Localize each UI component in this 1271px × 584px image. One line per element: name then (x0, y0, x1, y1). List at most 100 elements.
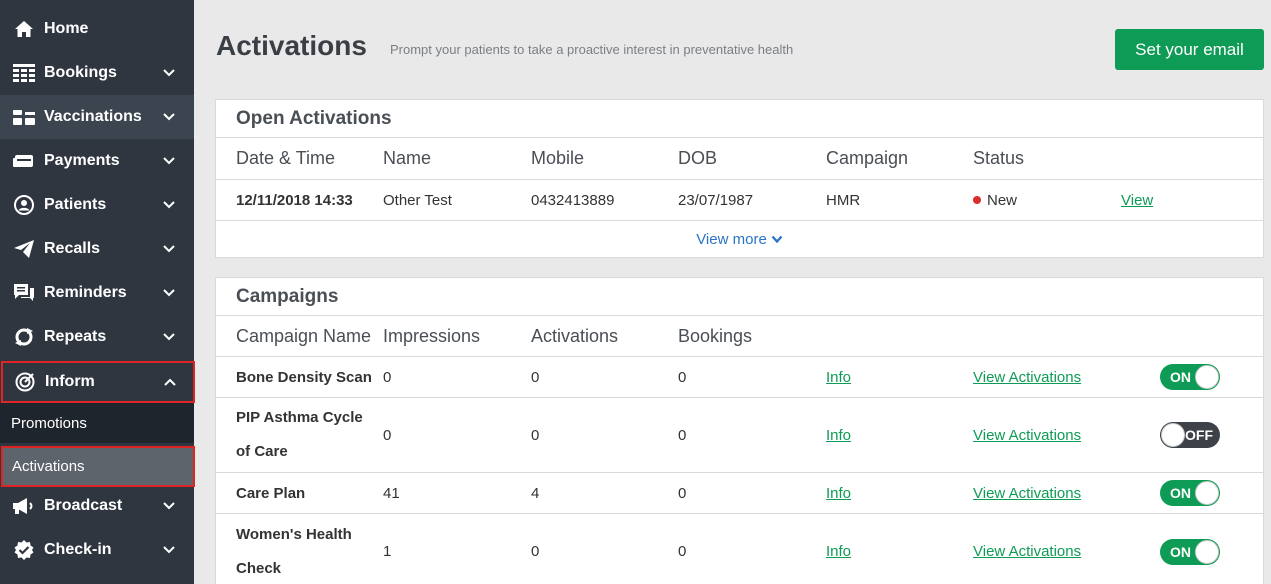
view-activation-link[interactable]: View (1121, 180, 1153, 220)
column-header: Impressions (383, 325, 481, 346)
campaign-bookings: 0 (678, 484, 687, 502)
campaign-impressions: 1 (383, 543, 392, 560)
campaign-activations: 4 (531, 484, 540, 502)
column-header: Campaign (826, 148, 909, 168)
chevron-down-icon (162, 499, 176, 513)
activation-campaign: HMR (826, 191, 861, 209)
target-icon (13, 372, 37, 392)
sidebar-item-label: Check-in (44, 541, 112, 558)
info-link[interactable]: Info (826, 398, 851, 472)
campaign-toggle-cell: ON (1160, 357, 1220, 397)
page-title: Activations (216, 30, 367, 61)
campaign-toggle[interactable]: ON (1160, 538, 1220, 565)
chevron-down-icon (162, 286, 176, 300)
column-header: Campaign Name (236, 325, 372, 346)
calendar-grid-icon (12, 63, 36, 83)
view-more-label: View more (696, 230, 767, 248)
table-header: Date & Time Name Mobile DOB Campaign Sta… (216, 138, 1263, 180)
campaigns-panel: Campaigns Campaign Name Impressions Acti… (215, 277, 1264, 584)
toggle-label: ON (1170, 543, 1191, 560)
view-activations-link[interactable]: View Activations (973, 514, 1081, 584)
sidebar-item-label: Broadcast (44, 497, 123, 514)
sidebar-item-label: Recalls (44, 240, 101, 257)
campaign-name: Women's Health Check (236, 525, 352, 577)
sidebar-item-label: Bookings (44, 64, 117, 81)
column-header: DOB (678, 148, 718, 168)
page-subtitle: Prompt your patients to take a proactive… (390, 42, 794, 57)
table-header: Campaign Name Impressions Activations Bo… (216, 316, 1263, 357)
campaign-toggle[interactable]: OFF (1160, 422, 1220, 448)
sidebar-item-recalls[interactable]: Recalls (0, 227, 194, 271)
toggle-knob (1195, 365, 1219, 389)
sidebar-item-label: Patients (44, 196, 107, 213)
sidebar-item-bookings[interactable]: Bookings (0, 51, 194, 95)
sidebar-item-broadcast[interactable]: Broadcast (0, 484, 194, 528)
panel-title: Campaigns (216, 278, 1263, 316)
toggle-label: OFF (1185, 427, 1213, 443)
sidebar-item-patients[interactable]: Patients (0, 183, 194, 227)
check-badge-icon (12, 540, 36, 560)
campaign-toggle-cell: ON (1160, 514, 1220, 584)
chevron-down-icon (162, 543, 176, 557)
sidebar-item-vaccinations[interactable]: Vaccinations (0, 95, 194, 139)
set-email-button[interactable]: Set your email (1115, 29, 1264, 70)
column-header: Activations (531, 325, 619, 346)
campaign-toggle[interactable]: ON (1160, 364, 1220, 390)
sidebar-item-repeats[interactable]: Repeats (0, 315, 194, 359)
column-header: Bookings (678, 325, 753, 346)
info-link[interactable]: Info (826, 357, 851, 397)
sidebar-item-label: Reminders (44, 284, 127, 301)
info-link[interactable]: Info (826, 473, 851, 513)
payment-icon (12, 151, 36, 171)
view-more-link[interactable]: View more (216, 221, 1263, 257)
column-header: Date & Time (236, 148, 336, 168)
toggle-knob (1195, 539, 1219, 564)
chevron-down-icon (162, 198, 176, 212)
info-link[interactable]: Info (826, 514, 851, 584)
campaign-name: Care Plan (236, 484, 306, 502)
vaccine-icon (12, 107, 36, 127)
chevron-down-icon (162, 110, 176, 124)
activation-dob: 23/07/1987 (678, 191, 754, 209)
chevron-down-icon (162, 330, 176, 344)
view-activations-link[interactable]: View Activations (973, 357, 1081, 397)
view-activations-link[interactable]: View Activations (973, 398, 1081, 472)
chevron-down-icon (162, 66, 176, 80)
sidebar-item-label: Home (44, 20, 89, 37)
campaign-bookings: 0 (678, 543, 687, 560)
home-icon (12, 19, 36, 39)
sidebar-item-home[interactable]: Home (0, 7, 194, 51)
toggle-label: ON (1170, 369, 1191, 385)
status-dot-icon (973, 196, 981, 204)
sidebar-item-inform[interactable]: Inform (1, 361, 195, 403)
chevron-down-icon (162, 242, 176, 256)
sidebar-subitem-activations[interactable]: Activations (1, 446, 195, 487)
panel-title: Open Activations (216, 100, 1263, 138)
sidebar-item-label: Repeats (44, 328, 107, 345)
activation-mobile: 0432413889 (531, 191, 615, 209)
column-header: Mobile (531, 148, 585, 168)
sidebar-subitem-label: Activations (12, 458, 85, 475)
sidebar-item-label: Inform (45, 373, 95, 390)
repeat-icon (12, 327, 36, 347)
patient-icon (12, 195, 36, 215)
campaign-toggle[interactable]: ON (1160, 480, 1220, 506)
megaphone-icon (12, 496, 36, 516)
chevron-down-icon (162, 154, 176, 168)
table-row: Women's Health Check 1 0 0 Info View Act… (216, 514, 1263, 584)
sidebar: Home Bookings Vaccinations Payments Pati… (0, 0, 195, 584)
sidebar-item-payments[interactable]: Payments (0, 139, 194, 183)
table-row: PIP Asthma Cycle of Care 0 0 0 Info View… (216, 398, 1263, 473)
chevron-down-icon (771, 235, 783, 243)
campaign-bookings: 0 (678, 426, 687, 444)
toggle-label: ON (1170, 485, 1191, 501)
sidebar-item-check-in[interactable]: Check-in (0, 528, 194, 572)
paper-plane-icon (12, 239, 36, 259)
campaign-activations: 0 (531, 426, 540, 444)
view-activations-link[interactable]: View Activations (973, 473, 1081, 513)
sidebar-subitem-promotions[interactable]: Promotions (0, 403, 194, 443)
toggle-knob (1195, 481, 1219, 505)
sidebar-item-reminders[interactable]: Reminders (0, 271, 194, 315)
campaign-impressions: 41 (383, 484, 400, 502)
sidebar-item-label: Vaccinations (44, 108, 142, 125)
